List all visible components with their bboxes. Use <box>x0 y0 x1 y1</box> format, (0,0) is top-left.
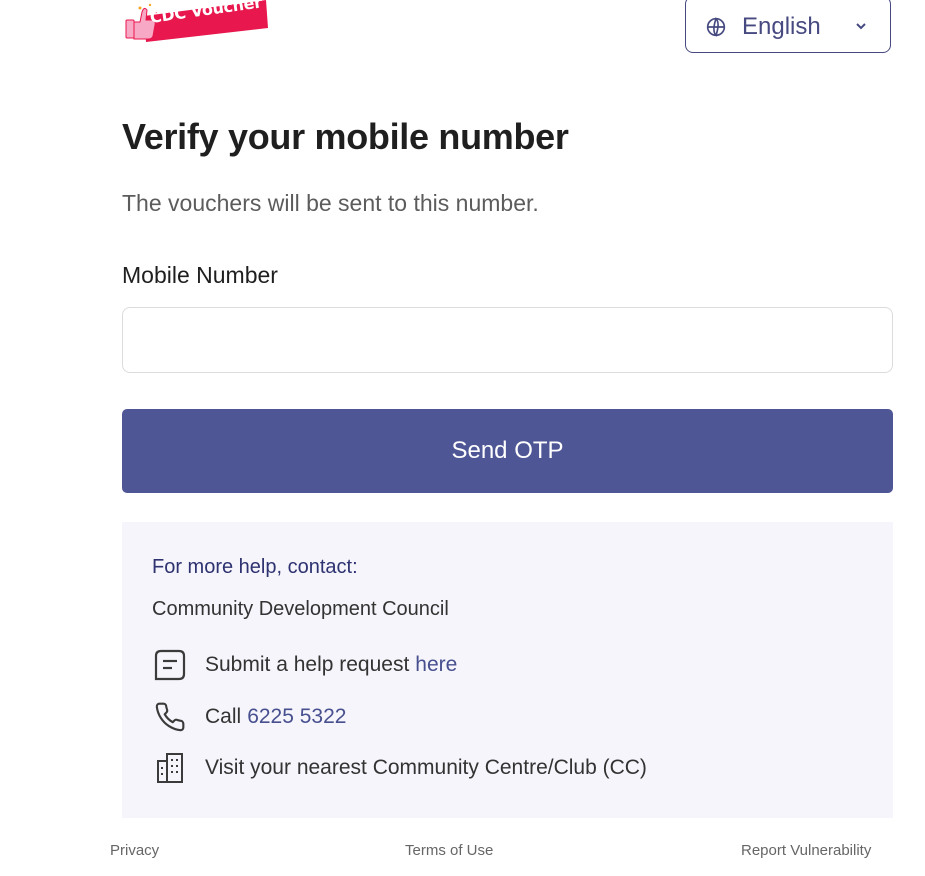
footer-report-vulnerability-link[interactable]: Report Vulnerability <box>741 842 871 859</box>
cdc-voucher-logo[interactable]: CDC Voucher <box>120 0 270 50</box>
page-subtitle: The vouchers will be sent to this number… <box>122 190 539 216</box>
message-square-icon <box>152 647 188 683</box>
help-heading: For more help, contact: <box>152 556 358 578</box>
globe-icon <box>706 16 726 37</box>
help-visit-text: Visit your nearest Community Centre/Club… <box>205 756 647 779</box>
language-label: English <box>742 12 821 40</box>
footer-privacy-link[interactable]: Privacy <box>110 842 159 859</box>
help-request-link[interactable]: here <box>415 653 457 677</box>
page: CDC Voucher English Verify your mobile n… <box>0 0 925 876</box>
mobile-number-input[interactable] <box>122 307 893 373</box>
page-title: Verify your mobile number <box>122 116 569 157</box>
help-panel: For more help, contact: Community Develo… <box>122 522 893 818</box>
help-request-row: Submit a help request here <box>152 647 457 683</box>
send-otp-button[interactable]: Send OTP <box>122 409 893 493</box>
language-selector[interactable]: English <box>685 0 891 53</box>
phone-icon <box>152 699 188 735</box>
footer-terms-link[interactable]: Terms of Use <box>405 842 493 859</box>
help-request-text: Submit a help request <box>205 653 410 676</box>
building-icon <box>152 750 188 786</box>
chevron-down-icon <box>856 23 866 30</box>
help-call-row: Call 6225 5322 <box>152 699 346 735</box>
help-call-text: Call <box>205 705 242 728</box>
help-organization: Community Development Council <box>152 598 449 620</box>
help-visit-row: Visit your nearest Community Centre/Club… <box>152 750 647 786</box>
mobile-number-label: Mobile Number <box>122 262 278 288</box>
help-call-number-link[interactable]: 6225 5322 <box>247 705 346 729</box>
